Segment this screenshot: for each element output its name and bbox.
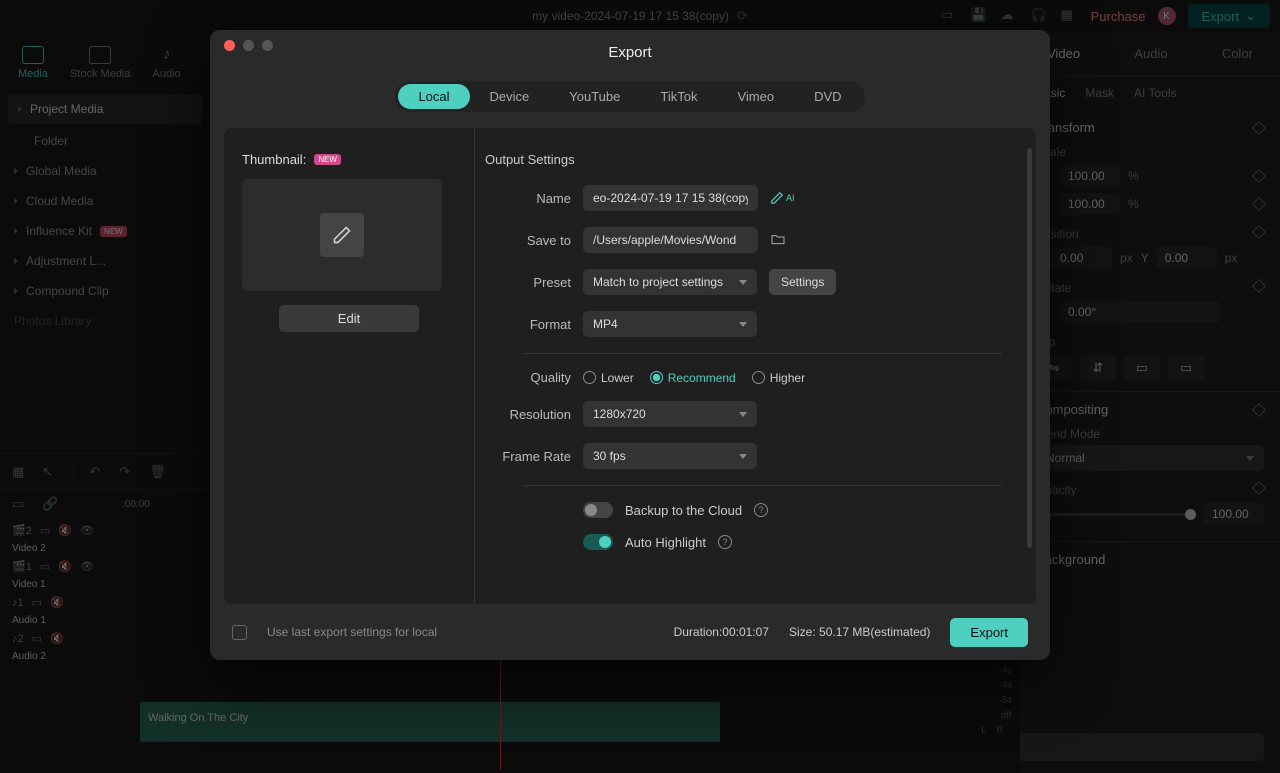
quality-radio-recommend[interactable]: Recommend xyxy=(650,371,736,385)
framerate-label: Frame Rate xyxy=(485,449,571,464)
chevron-down-icon xyxy=(739,412,747,417)
thumbnail-preview[interactable] xyxy=(242,179,442,291)
edit-thumbnail-button[interactable]: Edit xyxy=(279,305,419,332)
modal-close-button[interactable] xyxy=(224,40,235,51)
use-last-settings-label: Use last export settings for local xyxy=(267,625,437,639)
help-icon[interactable]: ? xyxy=(718,535,732,549)
resolution-select[interactable]: 1280x720 xyxy=(583,401,757,427)
preset-label: Preset xyxy=(485,275,571,290)
divider xyxy=(523,485,1002,486)
format-label: Format xyxy=(485,317,571,332)
format-select[interactable]: MP4 xyxy=(583,311,757,337)
preset-select[interactable]: Match to project settings xyxy=(583,269,757,295)
modal-tab-dvd[interactable]: DVD xyxy=(794,84,861,109)
name-input[interactable] xyxy=(583,185,758,211)
modal-traffic-lights xyxy=(224,40,273,51)
backup-cloud-label: Backup to the Cloud xyxy=(625,503,742,518)
save-to-input[interactable] xyxy=(583,227,758,253)
quality-radio-lower[interactable]: Lower xyxy=(583,371,634,385)
modal-body: Thumbnail: NEW Edit Output Settings Name… xyxy=(224,128,1036,604)
name-label: Name xyxy=(485,191,571,206)
modal-tabs: Local Device YouTube TikTok Vimeo DVD xyxy=(395,81,864,112)
modal-tab-vimeo[interactable]: Vimeo xyxy=(717,84,794,109)
export-button[interactable]: Export xyxy=(950,618,1028,647)
save-to-label: Save to xyxy=(485,233,571,248)
thumbnail-panel: Thumbnail: NEW Edit xyxy=(224,128,474,604)
new-badge: NEW xyxy=(314,154,341,165)
pencil-icon xyxy=(320,213,364,257)
framerate-select[interactable]: 30 fps xyxy=(583,443,757,469)
chevron-down-icon xyxy=(739,454,747,459)
modal-tab-device[interactable]: Device xyxy=(470,84,550,109)
thumbnail-label: Thumbnail: xyxy=(242,152,306,167)
resolution-label: Resolution xyxy=(485,407,571,422)
size-display: Size: 50.17 MB(estimated) xyxy=(789,625,930,639)
ai-rename-icon[interactable]: AI xyxy=(770,191,795,205)
preset-settings-button[interactable]: Settings xyxy=(769,269,836,295)
folder-browse-icon[interactable] xyxy=(770,232,786,249)
help-icon[interactable]: ? xyxy=(754,503,768,517)
modal-title: Export xyxy=(210,30,1050,71)
modal-max-button[interactable] xyxy=(262,40,273,51)
output-settings-title: Output Settings xyxy=(485,152,1002,167)
modal-scrollbar[interactable] xyxy=(1027,148,1032,548)
chevron-down-icon xyxy=(739,322,747,327)
divider xyxy=(523,353,1002,354)
output-settings-panel: Output Settings Name AI Save to Preset M… xyxy=(475,128,1036,604)
quality-label: Quality xyxy=(485,370,571,385)
modal-min-button[interactable] xyxy=(243,40,254,51)
export-modal: Export Local Device YouTube TikTok Vimeo… xyxy=(210,30,1050,660)
modal-footer: Use last export settings for local Durat… xyxy=(210,604,1050,660)
modal-tab-youtube[interactable]: YouTube xyxy=(549,84,640,109)
quality-radio-group: Lower Recommend Higher xyxy=(583,371,805,385)
auto-highlight-label: Auto Highlight xyxy=(625,535,706,550)
modal-tab-tiktok[interactable]: TikTok xyxy=(640,84,717,109)
auto-highlight-toggle[interactable] xyxy=(583,534,613,550)
chevron-down-icon xyxy=(739,280,747,285)
duration-display: Duration:00:01:07 xyxy=(674,625,769,639)
quality-radio-higher[interactable]: Higher xyxy=(752,371,805,385)
backup-cloud-toggle[interactable] xyxy=(583,502,613,518)
modal-tab-local[interactable]: Local xyxy=(398,84,469,109)
use-last-settings-checkbox[interactable] xyxy=(232,625,247,640)
